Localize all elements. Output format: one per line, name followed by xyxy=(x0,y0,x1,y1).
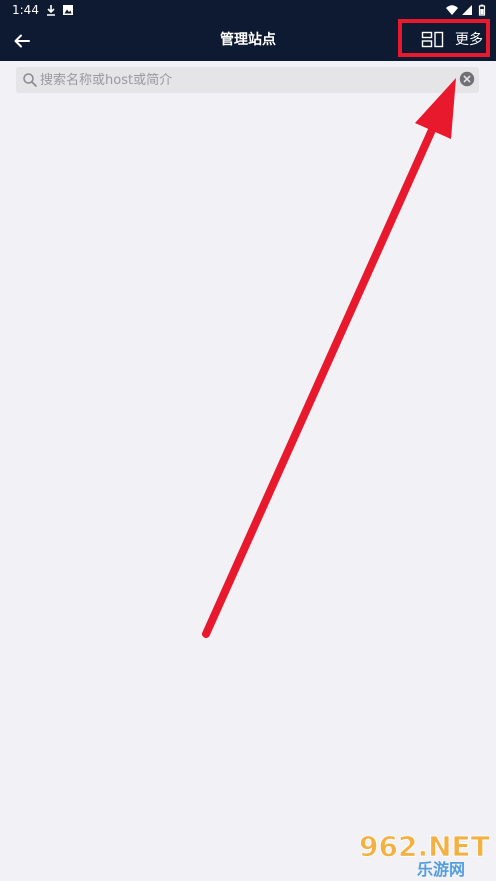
annotation-arrow xyxy=(202,78,456,638)
watermark-text: 962.NET xyxy=(359,830,490,863)
battery-icon xyxy=(478,4,486,16)
search-input[interactable] xyxy=(40,67,450,93)
clear-icon xyxy=(459,71,475,87)
search-icon xyxy=(23,73,37,87)
image-notification-icon xyxy=(63,5,73,15)
watermark-subtext: 乐游网 xyxy=(417,860,465,878)
clear-search-button[interactable] xyxy=(459,71,475,87)
highlight-box xyxy=(398,19,490,57)
watermark-logo: 962.NET 乐游网 xyxy=(359,830,491,878)
status-time: 1:44 xyxy=(12,3,39,17)
search-box xyxy=(16,67,479,93)
download-icon xyxy=(47,5,55,16)
signal-icon xyxy=(462,5,472,15)
wifi-icon xyxy=(446,5,458,15)
status-bar: 1:44 xyxy=(0,0,496,20)
